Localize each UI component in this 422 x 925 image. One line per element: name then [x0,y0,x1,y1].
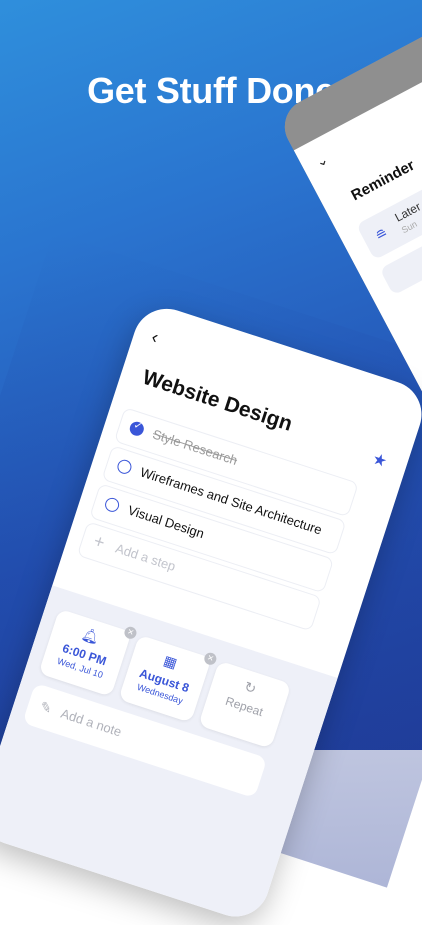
note-placeholder: Add a note [59,705,124,740]
star-icon[interactable]: ★ [370,449,390,472]
reminder-tile[interactable]: 🔔︎ 6:00 PM Wed, Jul 10 ✕ [38,608,139,697]
plus-icon: + [91,530,108,553]
step-checkbox[interactable] [115,457,134,476]
step-checkbox[interactable] [103,496,121,514]
back-arrow-icon[interactable]: ⌄ [313,150,331,171]
pencil-icon: ✎ [38,697,55,717]
detail-panel: 🔔︎ 6:00 PM Wed, Jul 10 ✕ ▦ August 8 Wedn… [0,585,338,925]
back-arrow-icon[interactable]: ‹ [149,326,161,348]
sunrise-icon: ≘ [372,224,391,244]
due-date-tile[interactable]: ▦ August 8 Wednesday ✕ [118,634,218,723]
repeat-tile[interactable]: ↻ Repeat [198,660,292,749]
add-step-placeholder: Add a step [113,540,178,575]
reminder-option-label: Later [392,199,422,225]
step-checkbox[interactable] [127,419,146,438]
